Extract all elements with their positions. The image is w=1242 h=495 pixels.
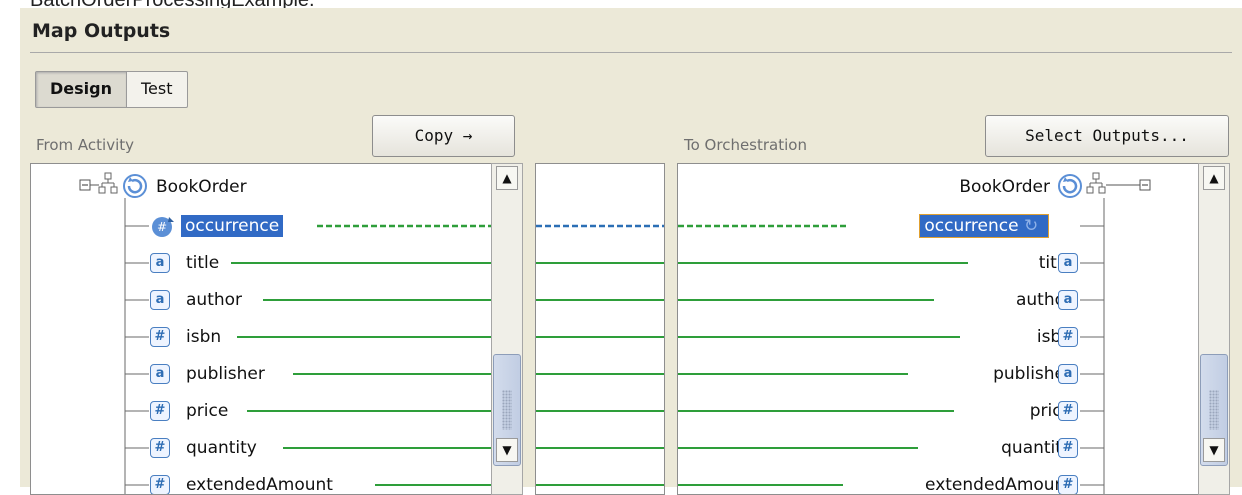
- scroll-down-arrow-icon[interactable]: ▼: [496, 438, 518, 462]
- repeat-icon: [1058, 174, 1082, 198]
- svg-text:#: #: [157, 220, 167, 234]
- source-field-title[interactable]: title: [186, 252, 219, 274]
- target-tree-lines: [678, 172, 1151, 494]
- number-type-icon: #: [150, 327, 170, 347]
- string-type-icon: a: [1058, 253, 1078, 273]
- source-field-isbn[interactable]: isbn: [186, 326, 221, 348]
- structure-icon: [1086, 172, 1106, 194]
- tab-design[interactable]: Design: [36, 72, 127, 107]
- number-type-icon: #: [1058, 438, 1078, 458]
- source-field-occurrence[interactable]: occurrence: [181, 215, 284, 237]
- string-type-icon: a: [150, 253, 170, 273]
- number-type-icon: #: [1058, 475, 1078, 494]
- number-type-icon: #: [150, 475, 170, 494]
- number-type-icon: #: [1058, 401, 1078, 421]
- title-divider: [30, 52, 1232, 53]
- connector-lines: [536, 224, 664, 486]
- number-type-icon: #: [1058, 327, 1078, 347]
- target-root-bookorder[interactable]: BookOrder: [959, 176, 1050, 198]
- target-occurrence-label: occurrence: [924, 216, 1019, 236]
- target-field-occurrence[interactable]: occurrence ↻: [919, 214, 1049, 238]
- source-field-price[interactable]: price: [186, 400, 228, 422]
- tab-test[interactable]: Test: [127, 72, 187, 107]
- repeat-icon: [123, 174, 147, 198]
- target-scrollbar[interactable]: ▲ ▼: [1198, 163, 1230, 495]
- source-field-author[interactable]: author: [186, 289, 242, 311]
- target-tree[interactable]: BookOrder occurrence ↻ title a author a …: [677, 163, 1199, 495]
- source-tree[interactable]: BookOrder # occurrence a title a author …: [30, 163, 492, 495]
- scroll-up-arrow-icon[interactable]: ▲: [1203, 166, 1225, 190]
- target-field-extendedamount[interactable]: extendedAmount: [925, 474, 1072, 494]
- scroll-down-arrow-icon[interactable]: ▼: [1203, 438, 1225, 462]
- string-type-icon: a: [1058, 364, 1078, 384]
- source-field-quantity[interactable]: quantity: [186, 437, 257, 459]
- string-type-icon: a: [1058, 290, 1078, 310]
- occurrence-type-icon: ↻: [1024, 216, 1039, 236]
- grip-icon: [502, 390, 512, 430]
- to-orchestration-label: To Orchestration: [684, 136, 807, 154]
- mapping-connector-area: [535, 163, 665, 495]
- scroll-up-arrow-icon[interactable]: ▲: [496, 166, 518, 190]
- structure-icon: [98, 172, 118, 194]
- view-tab-group: Design Test: [35, 71, 188, 108]
- collapse-toggle-icon: [79, 179, 99, 191]
- source-field-extendedamount[interactable]: extendedAmount: [186, 474, 333, 494]
- string-type-icon: a: [150, 364, 170, 384]
- collapse-toggle-icon: [1106, 179, 1151, 191]
- number-type-icon: #: [150, 401, 170, 421]
- panel-title: Map Outputs: [32, 20, 171, 42]
- occurrence-type-icon: #: [151, 214, 175, 238]
- source-tree-lines: [79, 172, 491, 494]
- string-type-icon: a: [150, 290, 170, 310]
- grip-icon: [1209, 390, 1219, 430]
- select-outputs-button[interactable]: Select Outputs...: [985, 115, 1229, 157]
- from-activity-label: From Activity: [36, 136, 135, 154]
- copy-button[interactable]: Copy →: [372, 115, 515, 157]
- source-field-publisher[interactable]: publisher: [186, 363, 265, 385]
- number-type-icon: #: [150, 438, 170, 458]
- source-scrollbar[interactable]: ▲ ▼: [491, 163, 523, 495]
- tree-root-bookorder[interactable]: BookOrder: [156, 176, 247, 198]
